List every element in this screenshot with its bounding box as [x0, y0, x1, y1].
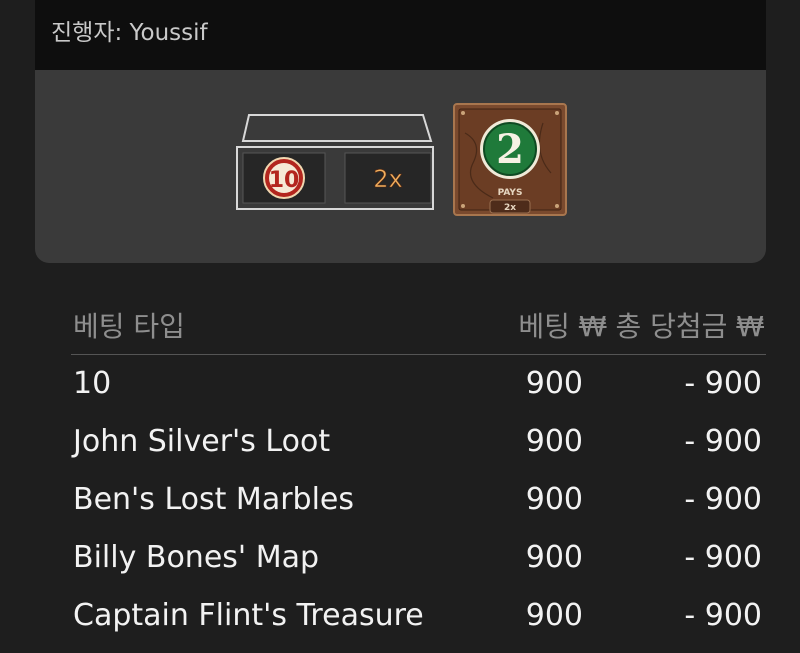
bet-type-name: John Silver's Loot [73, 424, 331, 459]
total-win: - 900 [684, 598, 762, 633]
bet-type-name: Captain Flint's Treasure [73, 598, 424, 633]
bet-type-name: Ben's Lost Marbles [73, 482, 355, 517]
bet-results-table: 베팅 타입 베팅 ₩ 총 당첨금 ₩ 10 900 - 900 John Sil… [71, 297, 766, 645]
table-header: 베팅 타입 베팅 ₩ 총 당첨금 ₩ [71, 297, 766, 355]
bet-currency-symbol: ₩ [578, 310, 607, 343]
bet-amount: 900 [525, 598, 583, 633]
bet-type-name: 10 [73, 366, 112, 401]
chip-10-label: 10 [269, 168, 300, 193]
card-number: 2 [496, 126, 524, 173]
card-pays-label: PAYS [498, 188, 523, 198]
multiplier-chip-10: 10 [263, 157, 305, 199]
total-win: - 900 [684, 366, 762, 401]
table-row: John Silver's Loot 900 - 900 [71, 413, 766, 471]
round-result-panel: 진행자: Youssif 10 2x 2 PAYS 2x [35, 0, 766, 263]
total-win: - 900 [684, 424, 762, 459]
bet-amount-total-header: 베팅 ₩ 총 당첨금 ₩ [518, 305, 764, 345]
bet-amount: 900 [525, 424, 583, 459]
bet-amount: 900 [525, 482, 583, 517]
total-win: - 900 [684, 540, 762, 575]
bet-amount: 900 [525, 540, 583, 575]
table-row: Billy Bones' Map 900 - 900 [71, 529, 766, 587]
table-row: Captain Flint's Treasure 900 - 900 [71, 587, 766, 645]
bet-column-header: 베팅 [518, 310, 570, 343]
table-row: Ben's Lost Marbles 900 - 900 [71, 471, 766, 529]
table-row: 10 900 - 900 [71, 355, 766, 413]
dealer-name: 진행자: Youssif [35, 0, 766, 70]
total-currency-symbol: ₩ [736, 310, 764, 343]
bet-amount: 900 [525, 366, 583, 401]
result-card: 2 PAYS 2x [453, 103, 567, 216]
total-win-column-header: 총 당첨금 [615, 310, 728, 343]
card-multiplier: 2x [504, 203, 516, 213]
bet-type-column-header: 베팅 타입 [73, 310, 185, 343]
treasure-chest-icon: 10 2x [236, 114, 434, 210]
bet-type-name: Billy Bones' Map [73, 540, 320, 575]
total-win: - 900 [684, 482, 762, 517]
chest-multiplier-label: 2x [373, 165, 402, 193]
